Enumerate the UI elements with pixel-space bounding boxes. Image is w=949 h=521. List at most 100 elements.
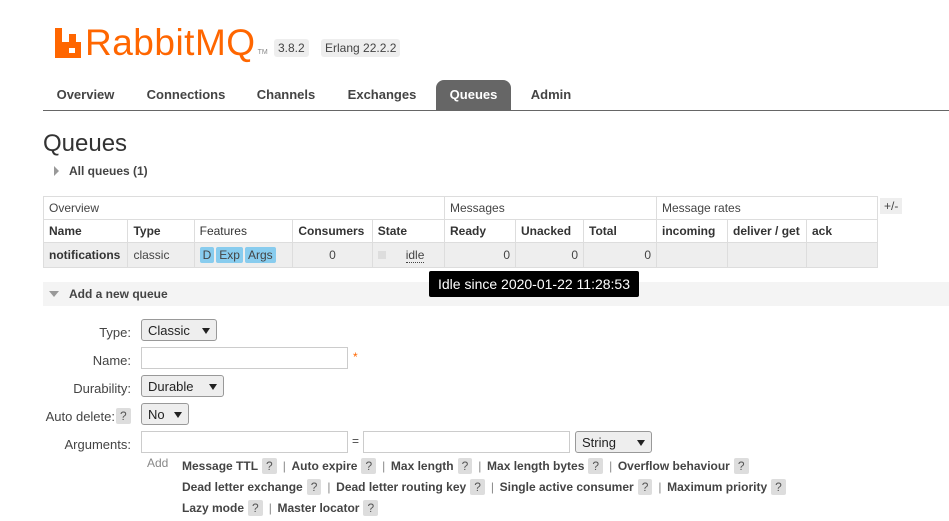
add-queue-label: Add a new queue (69, 287, 168, 301)
equals-sign: = (352, 434, 360, 448)
col-ack[interactable]: ack (806, 219, 878, 243)
col-incoming[interactable]: incoming (656, 219, 728, 243)
arg-single-active-consumer-link[interactable]: Single active consumer (500, 480, 634, 494)
feature-args-badge: Args (244, 247, 276, 263)
dropdown-arrow-icon (174, 412, 182, 418)
queues-table: Overview Messages Message rates Name Typ… (42, 196, 878, 268)
dropdown-arrow-icon (637, 440, 645, 446)
rabbit-logo-icon (55, 28, 81, 58)
table-row: notifications classic D Exp Args 0 idle 0 … (42, 242, 878, 268)
type-label: Type: (99, 325, 131, 340)
group-header-message-rates: Message rates (656, 196, 878, 220)
arg-overflow-behaviour-link[interactable]: Overflow behaviour (618, 459, 730, 473)
arg-lazy-mode-link[interactable]: Lazy mode (182, 501, 244, 515)
help-icon[interactable]: ? (771, 479, 786, 495)
arg-message-ttl-link[interactable]: Message TTL (182, 459, 258, 473)
add-arguments-label: Add (147, 456, 169, 470)
argument-type-select[interactable]: String (575, 431, 652, 453)
help-icon[interactable]: ? (588, 458, 604, 474)
argument-type-value: String (582, 435, 616, 450)
col-ready[interactable]: Ready (444, 219, 516, 243)
arg-master-locator-link[interactable]: Master locator (277, 501, 359, 515)
name-label: Name: (92, 353, 131, 368)
dropdown-arrow-icon (202, 328, 210, 334)
separator: | (282, 459, 286, 473)
help-icon[interactable]: ? (248, 500, 263, 516)
col-state[interactable]: State (371, 219, 446, 243)
durability-select[interactable]: Durable (141, 375, 224, 397)
logo-text: RabbitMQ (85, 22, 256, 63)
queue-name-input[interactable] (141, 347, 348, 369)
help-icon[interactable]: ? (457, 458, 473, 474)
version-badge: 3.8.2 (274, 39, 309, 57)
rate-deliver-get (727, 242, 807, 268)
argument-key-input[interactable] (141, 431, 348, 453)
tab-connections[interactable]: Connections (137, 80, 235, 110)
type-select-value: Classic (148, 323, 190, 338)
help-icon[interactable]: ? (262, 458, 277, 474)
messages-unacked: 0 (515, 242, 584, 268)
arg-dead-letter-exchange-link[interactable]: Dead letter exchange (182, 480, 303, 494)
col-deliver-get[interactable]: deliver / get (727, 219, 807, 243)
queue-features: D Exp Args (193, 242, 294, 268)
group-header-overview: Overview (43, 196, 445, 220)
col-total[interactable]: Total (583, 219, 657, 243)
separator: | (609, 459, 613, 473)
help-icon[interactable]: ? (306, 479, 322, 495)
expand-arrow-icon (54, 166, 59, 176)
help-icon[interactable]: ? (733, 458, 749, 474)
queue-type: classic (127, 242, 195, 268)
all-queues-toggle[interactable]: All queues (1) (54, 164, 148, 178)
help-icon[interactable]: ? (361, 458, 377, 474)
rate-ack (806, 242, 878, 268)
arg-max-length-bytes-link[interactable]: Max length bytes (487, 459, 584, 473)
logo-trademark: TM (257, 49, 268, 56)
add-queue-toggle[interactable]: Add a new queue (49, 287, 168, 301)
tab-admin[interactable]: Admin (525, 80, 577, 110)
rabbitmq-logo[interactable]: RabbitMQ TM (55, 18, 268, 63)
tab-exchanges[interactable]: Exchanges (339, 80, 425, 110)
messages-total: 0 (583, 242, 657, 268)
col-unacked[interactable]: Unacked (515, 219, 584, 243)
arguments-label: Arguments: (64, 437, 131, 452)
queue-state: idle (371, 242, 446, 268)
column-toggle-button[interactable]: +/- (880, 198, 903, 214)
col-name[interactable]: Name (42, 219, 129, 243)
arg-auto-expire-link[interactable]: Auto expire (291, 459, 357, 473)
auto-delete-help-icon[interactable]: ? (116, 408, 131, 424)
auto-delete-select[interactable]: No (141, 403, 189, 425)
auto-delete-label: Auto delete: (45, 409, 115, 424)
dropdown-arrow-icon (209, 384, 217, 390)
separator: | (382, 459, 386, 473)
help-icon[interactable]: ? (637, 479, 653, 495)
arg-maximum-priority-link[interactable]: Maximum priority (667, 480, 767, 494)
all-queues-label: All queues (1) (69, 164, 148, 178)
state-label: idle (405, 248, 425, 263)
argument-shortcuts-row-2: Dead letter exchange? | Dead letter routi… (182, 479, 790, 495)
argument-value-input[interactable] (363, 431, 570, 453)
separator: | (478, 459, 482, 473)
auto-delete-select-value: No (148, 407, 165, 422)
col-consumers[interactable]: Consumers (292, 219, 373, 243)
separator: | (268, 501, 272, 515)
page-title: Queues (43, 130, 128, 157)
collapse-arrow-icon (49, 291, 59, 297)
arg-dead-letter-routing-key-link[interactable]: Dead letter routing key (336, 480, 466, 494)
state-tooltip: Idle since 2020-01-22 11:28:53 (429, 271, 639, 297)
messages-ready: 0 (444, 242, 516, 268)
feature-durable-badge: D (199, 247, 215, 263)
tab-queues[interactable]: Queues (436, 80, 511, 110)
tab-overview[interactable]: Overview (48, 80, 123, 110)
argument-shortcuts-row-1: Message TTL? | Auto expire? | Max length? |… (182, 458, 753, 474)
erlang-version-badge: Erlang 22.2.2 (321, 39, 401, 57)
col-features: Features (193, 219, 294, 243)
help-icon[interactable]: ? (363, 500, 379, 516)
tab-channels[interactable]: Channels (249, 80, 323, 110)
help-icon[interactable]: ? (470, 479, 485, 495)
col-type[interactable]: Type (127, 219, 195, 243)
type-select[interactable]: Classic (141, 319, 217, 341)
queue-name-link[interactable]: notifications (42, 242, 129, 268)
group-header-messages: Messages (444, 196, 657, 220)
arg-max-length-link[interactable]: Max length (391, 459, 454, 473)
rate-incoming (656, 242, 728, 268)
